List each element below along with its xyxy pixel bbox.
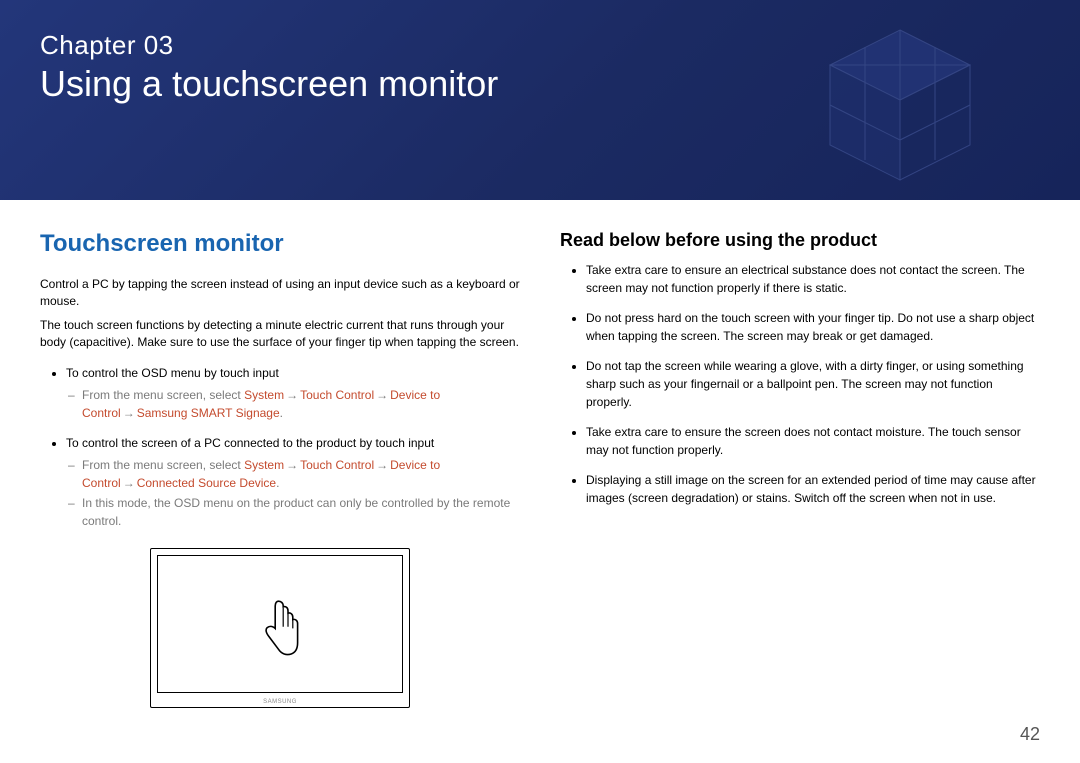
menu-path-line: From the menu screen, select System→Touc… xyxy=(68,456,520,492)
intro-paragraph-2: The touch screen functions by detecting … xyxy=(40,317,520,352)
monitor-illustration: SAMSUNG xyxy=(40,548,520,708)
sub-list: From the menu screen, select System→Touc… xyxy=(68,386,520,422)
sub-list: From the menu screen, select System→Touc… xyxy=(68,456,520,530)
monitor-brand-label: SAMSUNG xyxy=(151,699,409,705)
sub-prefix: From the menu screen, select xyxy=(82,388,244,402)
list-item: Take extra care to ensure the screen doe… xyxy=(586,423,1040,459)
instruction-list: To control the OSD menu by touch input F… xyxy=(40,364,520,530)
arrow-icon: → xyxy=(284,388,300,402)
list-item: Do not tap the screen while wearing a gl… xyxy=(586,357,1040,411)
item-text: To control the OSD menu by touch input xyxy=(66,366,279,380)
menu-system: System xyxy=(244,388,284,402)
section-heading-read-before: Read below before using the product xyxy=(560,230,1040,251)
item-text: To control the screen of a PC connected … xyxy=(66,436,434,450)
arrow-icon: → xyxy=(374,388,390,402)
list-item: To control the screen of a PC connected … xyxy=(66,434,520,530)
caution-list: Take extra care to ensure an electrical … xyxy=(560,261,1040,507)
arrow-icon: → xyxy=(374,458,390,472)
note-text: In this mode, the OSD menu on the produc… xyxy=(82,496,510,528)
left-column: Touchscreen monitor Control a PC by tapp… xyxy=(40,230,520,708)
arrow-icon: → xyxy=(284,458,300,472)
chapter-banner: Chapter 03 Using a touchscreen monitor xyxy=(0,0,1080,200)
pointing-hand-icon xyxy=(254,597,306,666)
list-item: To control the OSD menu by touch input F… xyxy=(66,364,520,422)
sub-note: In this mode, the OSD menu on the produc… xyxy=(68,494,520,530)
menu-touch-control: Touch Control xyxy=(300,388,374,402)
menu-connected-source-device: Connected Source Device xyxy=(137,476,276,490)
page-number: 42 xyxy=(1020,724,1040,745)
decorative-cube-graphic xyxy=(790,10,1010,200)
menu-path-line: From the menu screen, select System→Touc… xyxy=(68,386,520,422)
arrow-icon: → xyxy=(121,476,137,490)
list-item: Displaying a still image on the screen f… xyxy=(586,471,1040,507)
arrow-icon: → xyxy=(121,406,137,420)
menu-samsung-smart-signage: Samsung SMART Signage xyxy=(137,406,280,420)
period: . xyxy=(280,406,283,420)
menu-touch-control: Touch Control xyxy=(300,458,374,472)
menu-system: System xyxy=(244,458,284,472)
section-heading-touchscreen: Touchscreen monitor xyxy=(40,230,520,258)
manual-page: Chapter 03 Using a touchscreen monitor xyxy=(0,0,1080,763)
right-column: Read below before using the product Take… xyxy=(560,230,1040,708)
list-item: Do not press hard on the touch screen wi… xyxy=(586,309,1040,345)
monitor-frame: SAMSUNG xyxy=(150,548,410,708)
list-item: Take extra care to ensure an electrical … xyxy=(586,261,1040,297)
period: . xyxy=(276,476,279,490)
sub-prefix: From the menu screen, select xyxy=(82,458,244,472)
page-body: Touchscreen monitor Control a PC by tapp… xyxy=(0,200,1080,708)
intro-paragraph-1: Control a PC by tapping the screen inste… xyxy=(40,276,520,311)
